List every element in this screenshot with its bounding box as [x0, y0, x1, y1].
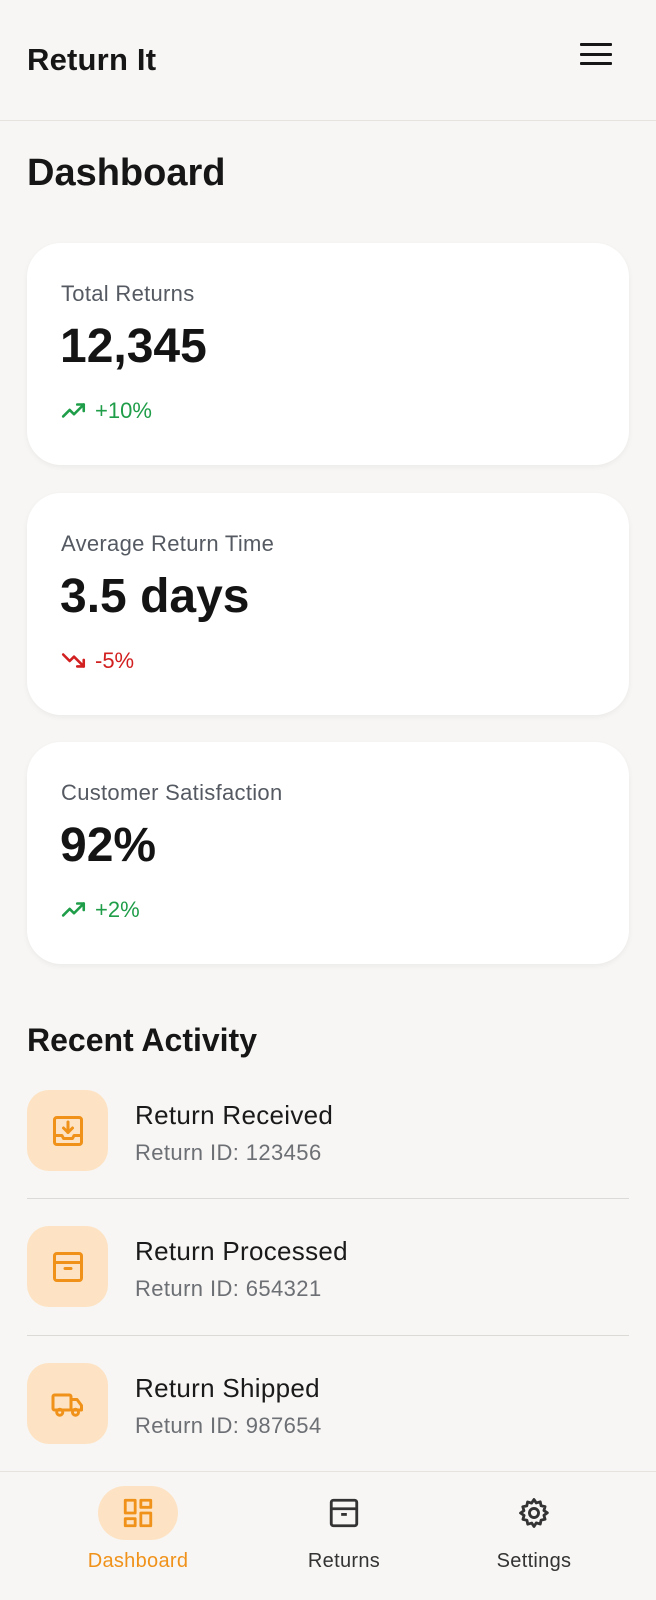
nav-label: Settings	[496, 1550, 572, 1572]
trending-down-icon	[61, 653, 86, 668]
stat-label: Total Returns	[61, 281, 195, 306]
stat-trend: +10%	[61, 398, 152, 424]
nav-label: Returns	[307, 1550, 381, 1572]
activity-title: Return Processed	[135, 1236, 348, 1266]
dashboard-icon	[123, 1498, 153, 1528]
stat-trend-value: -5%	[95, 648, 135, 673]
stat-trend-value: +2%	[95, 897, 140, 922]
bottom-navigation: Dashboard Returns Settings	[0, 1471, 656, 1600]
activity-title: Return Shipped	[135, 1373, 320, 1403]
stat-value: 12,345	[60, 320, 207, 373]
stat-card-total-returns[interactable]: Total Returns 12,345 +10%	[27, 243, 629, 465]
activity-title: Return Received	[135, 1100, 334, 1130]
activity-item-return-shipped[interactable]: Return Shipped Return ID: 987654	[27, 1349, 629, 1485]
menu-icon[interactable]	[578, 40, 614, 68]
activity-item-return-processed[interactable]: Return Processed Return ID: 654321	[27, 1212, 629, 1348]
app-title: Return It	[27, 42, 157, 77]
stat-label: Average Return Time	[61, 531, 275, 556]
trending-up-icon	[61, 902, 86, 917]
archive-box-icon	[52, 1251, 83, 1282]
nav-item-dashboard[interactable]: Dashboard	[58, 1486, 218, 1573]
divider	[27, 1198, 629, 1199]
stat-value: 3.5 days	[60, 570, 250, 623]
nav-icon-pill	[98, 1486, 178, 1540]
activity-icon-box	[27, 1226, 108, 1307]
nav-item-settings[interactable]: Settings	[454, 1486, 614, 1573]
inbox-download-icon	[52, 1115, 83, 1146]
divider	[27, 1335, 629, 1336]
nav-icon-pill	[494, 1486, 574, 1540]
app-root: Return It Dashboard Total Returns 12,345…	[0, 0, 656, 1600]
activity-icon-box	[27, 1090, 108, 1171]
page-title: Dashboard	[27, 152, 226, 194]
stat-value: 92%	[60, 819, 157, 872]
activity-subtitle: Return ID: 123456	[135, 1140, 322, 1165]
stat-trend-value: +10%	[95, 398, 152, 423]
stat-card-average-return-time[interactable]: Average Return Time 3.5 days -5%	[27, 493, 629, 715]
nav-item-returns[interactable]: Returns	[264, 1486, 424, 1573]
top-app-bar: Return It	[0, 0, 656, 121]
recent-activity-title: Recent Activity	[27, 1022, 257, 1058]
nav-icon-pill	[304, 1486, 384, 1540]
activity-subtitle: Return ID: 654321	[135, 1276, 322, 1301]
gear-icon	[519, 1498, 549, 1528]
activity-subtitle: Return ID: 987654	[135, 1413, 322, 1438]
stat-card-customer-satisfaction[interactable]: Customer Satisfaction 92% +2%	[27, 742, 629, 964]
nav-label: Dashboard	[87, 1550, 189, 1572]
stat-trend: +2%	[61, 897, 140, 923]
stat-trend: -5%	[61, 648, 134, 674]
trending-up-icon	[61, 403, 86, 418]
stat-label: Customer Satisfaction	[61, 780, 283, 805]
activity-icon-box	[27, 1363, 108, 1444]
archive-box-icon	[329, 1498, 359, 1528]
truck-icon	[51, 1393, 83, 1417]
activity-item-return-received[interactable]: Return Received Return ID: 123456	[27, 1076, 629, 1212]
